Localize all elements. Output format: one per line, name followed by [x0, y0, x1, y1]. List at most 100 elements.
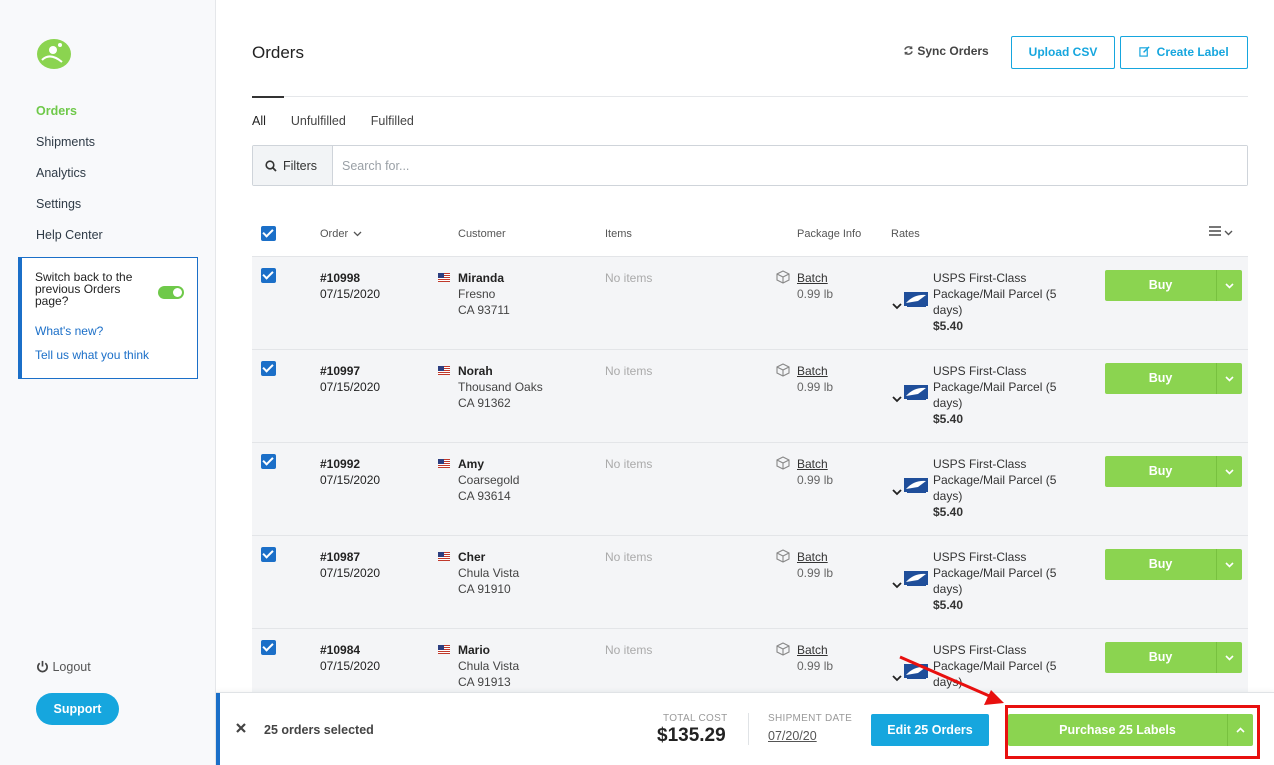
flag-us-icon — [438, 273, 450, 282]
sync-orders-button[interactable]: Sync Orders — [903, 44, 989, 58]
column-settings-button[interactable] — [1209, 226, 1233, 239]
rate-expand-button[interactable] — [892, 299, 902, 313]
rate-expand-button[interactable] — [892, 392, 902, 406]
rate-info: USPS First-Class Package/Mail Parcel (5 da… — [933, 456, 1073, 520]
table-row[interactable]: #10987 07/15/2020 Cher Chula Vista CA 91910 N… — [252, 535, 1248, 628]
buy-button[interactable]: Buy — [1105, 549, 1242, 580]
items-cell: No items — [605, 550, 653, 564]
chevron-down-icon — [1225, 375, 1234, 382]
row-checkbox[interactable] — [261, 268, 276, 283]
column-rates: Rates — [891, 228, 920, 240]
purchase-options-dropdown[interactable] — [1227, 714, 1253, 746]
buy-label: Buy — [1148, 464, 1173, 478]
row-checkbox[interactable] — [261, 547, 276, 562]
logout-button[interactable]: Logout — [36, 660, 91, 674]
rate-info: USPS First-Class Package/Mail Parcel (5 da… — [933, 270, 1073, 334]
search-icon — [265, 159, 277, 172]
support-button[interactable]: Support — [36, 693, 119, 725]
buy-button[interactable]: Buy — [1105, 363, 1242, 394]
edit-orders-button[interactable]: Edit 25 Orders — [871, 714, 989, 746]
search-input[interactable] — [333, 146, 1247, 185]
rate-info: USPS First-Class Package/Mail Parcel (5 da… — [933, 549, 1073, 613]
buy-button[interactable]: Buy — [1105, 456, 1242, 487]
shipment-date-value[interactable]: 07/20/20 — [768, 729, 817, 743]
customer-info: Amy Coarsegold CA 93614 — [458, 456, 519, 504]
purchase-labels-button[interactable]: Purchase 25 Labels — [1008, 714, 1253, 746]
package-icon — [776, 456, 790, 470]
tab-all[interactable]: All — [252, 114, 266, 128]
order-info[interactable]: #10997 07/15/2020 — [320, 363, 380, 395]
whats-new-link[interactable]: What's new? — [35, 324, 185, 338]
tab-fulfilled[interactable]: Fulfilled — [371, 114, 414, 128]
order-info[interactable]: #10998 07/15/2020 — [320, 270, 380, 302]
order-info[interactable]: #10984 07/15/2020 — [320, 642, 380, 674]
table-row[interactable]: #10992 07/15/2020 Amy Coarsegold CA 93614 No … — [252, 442, 1248, 535]
row-checkbox[interactable] — [261, 361, 276, 376]
rate-service: Package/Mail Parcel (5 — [933, 380, 1057, 394]
customer-name: Amy — [458, 457, 485, 471]
order-info[interactable]: #10987 07/15/2020 — [320, 549, 380, 581]
rate-expand-button[interactable] — [892, 485, 902, 499]
table-row[interactable]: #10997 07/15/2020 Norah Thousand Oaks CA 913… — [252, 349, 1248, 442]
row-checkbox[interactable] — [261, 640, 276, 655]
chevron-down-icon — [892, 489, 902, 496]
customer-state-zip: CA 91913 — [458, 675, 511, 689]
buy-button[interactable]: Buy — [1105, 270, 1242, 301]
nav-help-center[interactable]: Help Center — [36, 228, 103, 259]
nav-shipments[interactable]: Shipments — [36, 135, 103, 166]
rate-expand-button[interactable] — [892, 578, 902, 592]
close-icon[interactable] — [236, 723, 246, 733]
usps-icon — [904, 292, 928, 307]
buy-label: Buy — [1148, 371, 1173, 385]
switch-back-toggle[interactable] — [158, 286, 184, 299]
buy-options-dropdown[interactable] — [1216, 363, 1242, 394]
order-date: 07/15/2020 — [320, 473, 381, 487]
package-weight: 0.99 lb — [797, 380, 834, 394]
order-number: #10997 — [320, 364, 361, 378]
usps-icon — [904, 664, 928, 679]
package-icon — [776, 363, 790, 377]
package-preset-link[interactable]: Batch — [797, 364, 828, 378]
package-preset-link[interactable]: Batch — [797, 550, 828, 564]
filters-button[interactable]: Filters — [253, 146, 333, 185]
row-checkbox[interactable] — [261, 454, 276, 469]
package-icon — [776, 642, 790, 656]
customer-name: Norah — [458, 364, 493, 378]
nav-orders[interactable]: Orders — [36, 104, 103, 135]
rate-carrier: USPS First-Class — [933, 643, 1027, 657]
rate-expand-button[interactable] — [892, 671, 902, 685]
order-info[interactable]: #10992 07/15/2020 — [320, 456, 380, 488]
nav-analytics[interactable]: Analytics — [36, 166, 103, 197]
buy-options-dropdown[interactable] — [1216, 456, 1242, 487]
logo-icon[interactable] — [36, 36, 72, 70]
package-preset-link[interactable]: Batch — [797, 271, 828, 285]
customer-name: Mario — [458, 643, 491, 657]
nav-settings[interactable]: Settings — [36, 197, 103, 228]
buy-button[interactable]: Buy — [1105, 642, 1242, 673]
order-date: 07/15/2020 — [320, 566, 381, 580]
buy-options-dropdown[interactable] — [1216, 642, 1242, 673]
column-order[interactable]: Order — [320, 228, 362, 240]
create-label-button[interactable]: Create Label — [1120, 36, 1248, 69]
chevron-down-icon — [892, 582, 902, 589]
table-row[interactable]: #10998 07/15/2020 Miranda Fresno CA 93711 No … — [252, 256, 1248, 349]
rate-days: days) — [933, 675, 963, 689]
column-package-info: Package Info — [797, 228, 862, 240]
package-preset-link[interactable]: Batch — [797, 457, 828, 471]
upload-csv-button[interactable]: Upload CSV — [1011, 36, 1115, 69]
buy-label: Buy — [1148, 650, 1173, 664]
column-order-label: Order — [320, 228, 349, 240]
package-preset-link[interactable]: Batch — [797, 643, 828, 657]
order-tabs: All Unfulfilled Fulfilled — [252, 114, 439, 128]
rate-service: Package/Mail Parcel (5 — [933, 659, 1057, 673]
flag-us-icon — [438, 645, 450, 654]
tab-unfulfilled[interactable]: Unfulfilled — [291, 114, 346, 128]
menu-icon — [1209, 226, 1221, 236]
table-row[interactable]: #10984 07/15/2020 Mario Chula Vista CA 91913… — [252, 628, 1248, 693]
feedback-link[interactable]: Tell us what you think — [35, 348, 185, 362]
package-info: Batch 0.99 lb — [797, 270, 833, 302]
select-all-checkbox[interactable] — [261, 226, 276, 241]
buy-options-dropdown[interactable] — [1216, 549, 1242, 580]
package-icon — [776, 270, 790, 284]
buy-options-dropdown[interactable] — [1216, 270, 1242, 301]
